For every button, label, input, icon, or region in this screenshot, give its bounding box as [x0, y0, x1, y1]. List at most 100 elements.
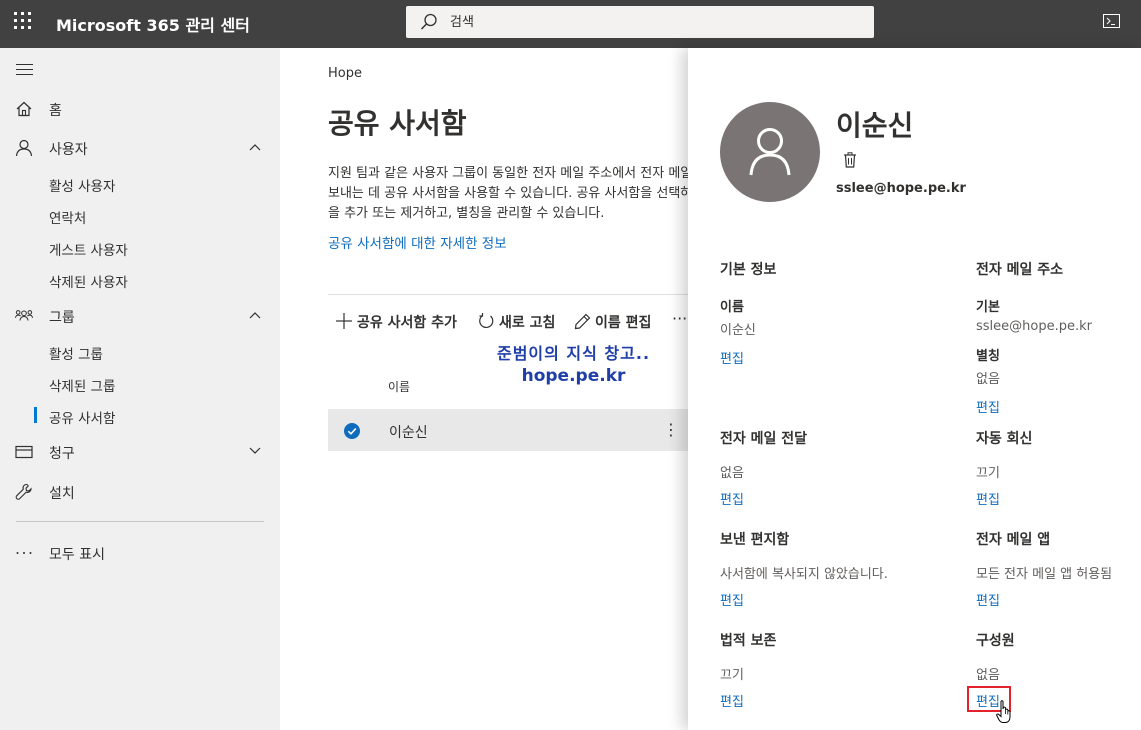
section-title: 보낸 편지함 [720, 532, 790, 548]
section-title: 법적 보존 [720, 633, 777, 649]
nav-sub-label: 삭제된 사용자 [49, 275, 128, 291]
sent-items-value: 사서함에 복사되지 않았습니다. [720, 567, 888, 582]
refresh-icon [479, 313, 494, 329]
watermark-line-2: hope.pe.kr [521, 366, 626, 386]
primary-label: 기본 [976, 300, 1000, 315]
nav-item-label: 모두 표시 [49, 547, 105, 563]
chevron-down-icon [249, 447, 261, 454]
search-input[interactable] [450, 6, 850, 38]
search-box[interactable] [406, 6, 874, 38]
nav-sub-active-groups[interactable]: 활성 그룹 [0, 336, 280, 368]
nav-item-label: 홈 [49, 103, 62, 119]
section-email-apps: 전자 메일 앱 모든 전자 메일 앱 허용됨 편집 [976, 529, 1141, 609]
nav-item-users[interactable]: 사용자 [0, 130, 280, 166]
delete-icon[interactable] [843, 152, 857, 168]
nav-sub-label: 활성 그룹 [49, 347, 103, 363]
auto-reply-value: 끄기 [976, 466, 1000, 481]
nav-item-label: 그룹 [49, 310, 75, 326]
section-email-forwarding: 전자 메일 전달 없음 편집 [720, 428, 920, 508]
section-email-addresses: 전자 메일 주소 기본 sslee@hope.pe.kr 별칭 없음 편집 [976, 259, 1141, 416]
check-circle-icon[interactable] [344, 423, 360, 439]
user-email: sslee@hope.pe.kr [836, 181, 966, 196]
pencil-icon [574, 313, 591, 330]
mailbox-details-panel: 이순신 sslee@hope.pe.kr 기본 정보 이름 이순신 편집 전자 … [688, 48, 1141, 730]
section-title: 전자 메일 주소 [976, 262, 1064, 278]
nav-sub-deleted-users[interactable]: 삭제된 사용자 [0, 264, 280, 296]
app-launcher-icon[interactable] [14, 12, 34, 32]
breadcrumb[interactable]: Hope [328, 66, 362, 81]
left-navigation: 홈 사용자 활성 사용자 연락처 게스트 사용자 삭제된 사용자 그룹 활성 그… [0, 48, 280, 730]
edit-auto-reply-link[interactable]: 편집 [976, 489, 1000, 508]
edit-sent-items-link[interactable]: 편집 [720, 590, 744, 609]
credit-card-icon [15, 445, 33, 459]
top-bar: Microsoft 365 관리 센터 [0, 0, 1141, 48]
cloud-shell-icon[interactable] [1103, 14, 1120, 28]
row-name: 이순신 [389, 425, 428, 441]
nav-item-label: 청구 [49, 446, 75, 462]
edit-basic-info-link[interactable]: 편집 [720, 348, 744, 367]
main-content: Hope 공유 사서함 지원 팀과 같은 사용자 그룹이 동일한 전자 메일 주… [280, 48, 688, 730]
user-display-name: 이순신 [836, 109, 914, 142]
more-icon [16, 552, 32, 554]
nav-sub-deleted-groups[interactable]: 삭제된 그룹 [0, 368, 280, 400]
alias-value: 없음 [976, 372, 1000, 387]
members-value: 없음 [976, 668, 1000, 683]
section-title: 전자 메일 전달 [720, 431, 808, 447]
section-title: 기본 정보 [720, 262, 777, 278]
person-icon [749, 128, 791, 176]
search-icon [420, 13, 437, 30]
edit-forwarding-link[interactable]: 편집 [720, 489, 744, 508]
row-more-icon[interactable]: ⋮ [663, 420, 679, 439]
nav-item-label: 사용자 [49, 142, 88, 158]
nav-item-show-all[interactable]: 모두 표시 [0, 535, 280, 571]
avatar [720, 102, 820, 202]
email-apps-value: 모든 전자 메일 앱 허용됨 [976, 567, 1113, 582]
nav-sub-active-users[interactable]: 활성 사용자 [0, 168, 280, 200]
wrench-icon [15, 483, 32, 500]
column-header-name[interactable]: 이름 [388, 378, 410, 395]
litigation-value: 끄기 [720, 668, 744, 683]
button-label: 새로 고침 [499, 315, 556, 331]
learn-more-link[interactable]: 공유 사서함에 대한 자세한 정보 [328, 232, 507, 252]
collapse-nav-icon[interactable] [16, 64, 33, 76]
primary-email-value: sslee@hope.pe.kr [976, 319, 1092, 334]
section-basic-info: 기본 정보 이름 이순신 편집 [720, 259, 920, 367]
groups-icon [15, 310, 33, 321]
name-value: 이순신 [720, 323, 756, 338]
section-title: 전자 메일 앱 [976, 532, 1051, 548]
nav-sub-label: 공유 사서함 [49, 411, 116, 427]
section-title: 구성원 [976, 633, 1015, 649]
nav-sub-label: 삭제된 그룹 [49, 379, 116, 395]
app-title[interactable]: Microsoft 365 관리 센터 [56, 12, 250, 36]
nav-sub-contacts[interactable]: 연락처 [0, 200, 280, 232]
nav-item-groups[interactable]: 그룹 [0, 298, 280, 334]
name-label: 이름 [720, 300, 744, 315]
nav-divider [16, 521, 264, 522]
page-description: 지원 팀과 같은 사용자 그룹이 동일한 전자 메일 주소에서 전자 메일을 읽… [328, 166, 688, 221]
nav-sub-label: 연락처 [49, 211, 87, 227]
edit-email-apps-link[interactable]: 편집 [976, 590, 1000, 609]
button-label: 이름 편집 [595, 315, 652, 331]
watermark: 준범이의 지식 창고.. hope.pe.kr [486, 340, 661, 386]
plus-icon [336, 313, 352, 329]
alias-label: 별칭 [976, 349, 1000, 364]
section-title: 자동 회신 [976, 431, 1033, 447]
hand-cursor-icon [996, 700, 1011, 723]
edit-litigation-link[interactable]: 편집 [720, 691, 744, 710]
section-auto-reply: 자동 회신 끄기 편집 [976, 428, 1141, 508]
command-bar: 공유 사서함 추가 새로 고침 이름 편집 ··· [328, 294, 688, 346]
nav-sub-label: 게스트 사용자 [49, 243, 128, 259]
forwarding-value: 없음 [720, 466, 744, 481]
nav-item-label: 설치 [49, 486, 75, 502]
more-actions-button[interactable]: ··· [672, 309, 687, 328]
nav-sub-guest-users[interactable]: 게스트 사용자 [0, 232, 280, 264]
nav-item-billing[interactable]: 청구 [0, 434, 280, 470]
home-icon [16, 101, 32, 117]
nav-item-setup[interactable]: 설치 [0, 474, 280, 510]
button-label: 공유 사서함 추가 [357, 315, 457, 331]
table-row[interactable]: 이순신 ⋮ [328, 409, 688, 451]
nav-item-home[interactable]: 홈 [0, 91, 280, 127]
chevron-up-icon [249, 312, 261, 319]
edit-email-addresses-link[interactable]: 편집 [976, 397, 1000, 416]
nav-sub-shared-mailboxes[interactable]: 공유 사서함 [0, 400, 280, 432]
